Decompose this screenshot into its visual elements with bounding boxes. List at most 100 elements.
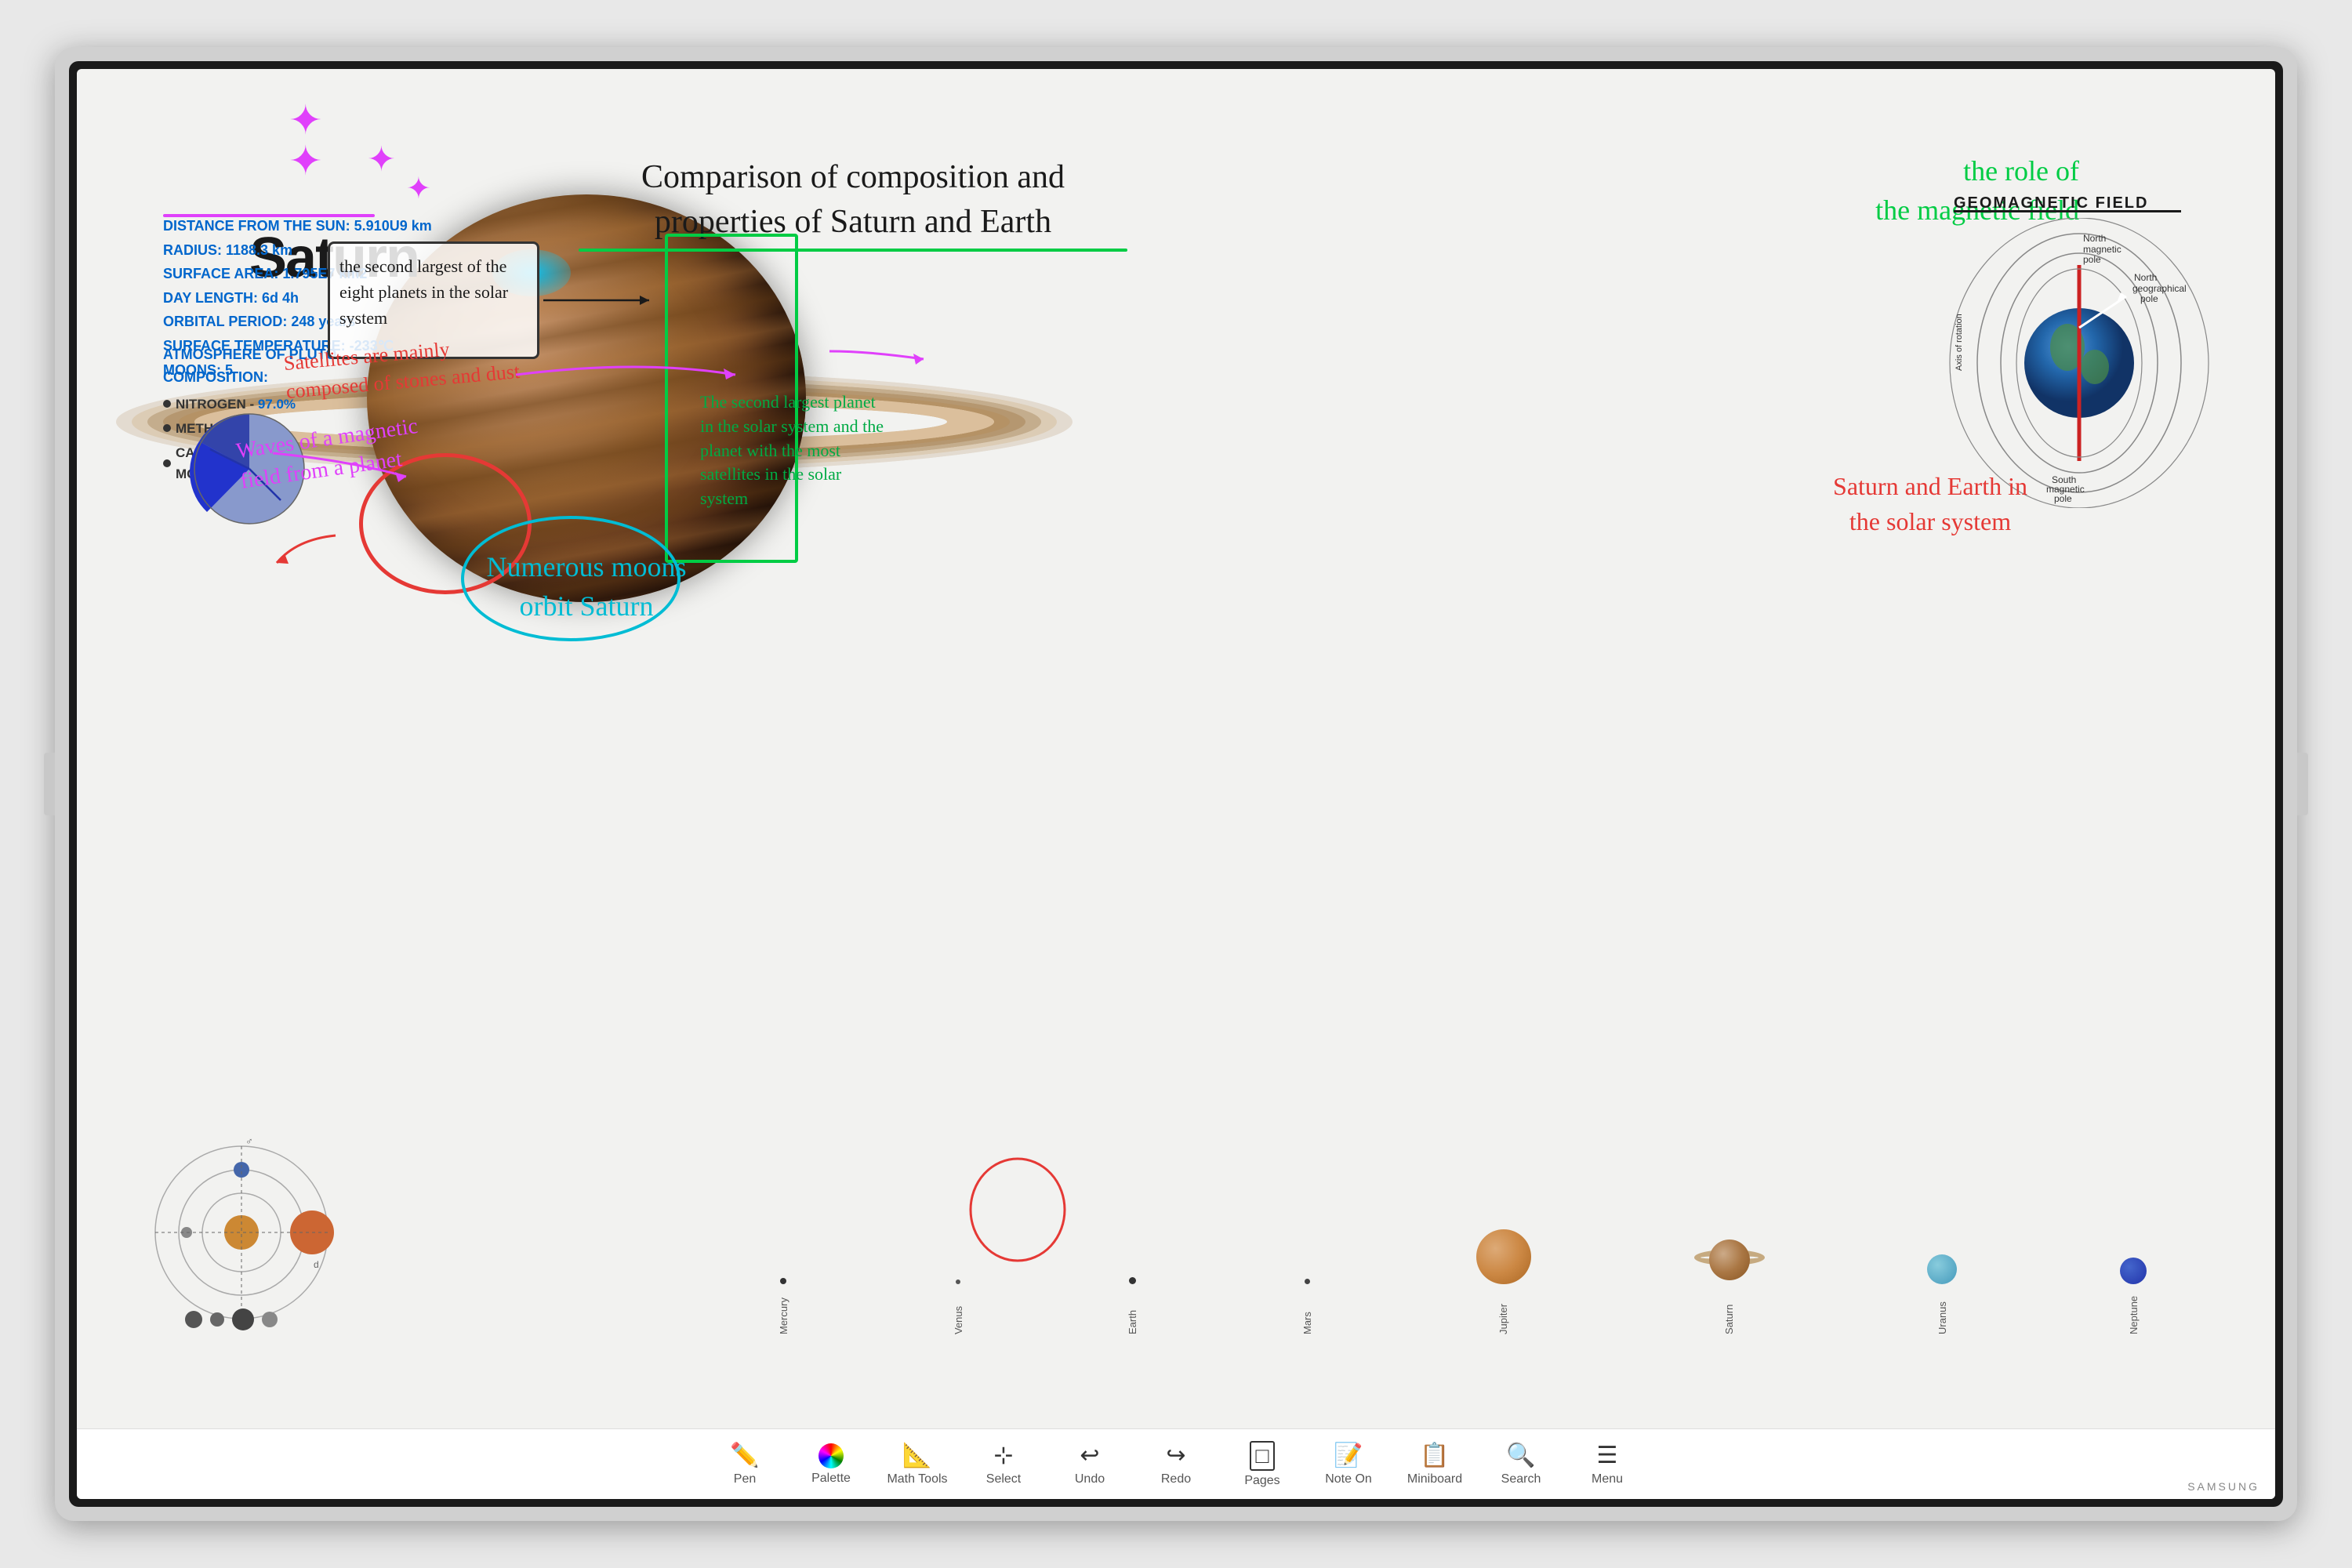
planet-col-jupiter: Jupiter — [1476, 1229, 1531, 1334]
dot-methane — [163, 424, 171, 432]
planet-neptune — [2120, 1258, 2147, 1284]
select-label: Select — [986, 1472, 1021, 1486]
planet-venus-dot — [956, 1279, 960, 1284]
north-geo-2: geographical — [2132, 283, 2187, 294]
planet-label-mars: Mars — [1301, 1287, 1313, 1334]
north-magnetic-2: magnetic — [2083, 244, 2122, 255]
tool-undo[interactable]: ↩ Undo — [1047, 1433, 1133, 1496]
orbit-sun — [224, 1215, 259, 1250]
tool-pen[interactable]: ✏️ Pen — [702, 1433, 788, 1496]
pages-icon: □ — [1250, 1441, 1276, 1471]
miniboard-icon: 📋 — [1420, 1442, 1449, 1469]
redo-label: Redo — [1161, 1472, 1191, 1486]
planet-label-saturn: Saturn — [1723, 1287, 1735, 1334]
orbit-planet-1 — [234, 1162, 249, 1178]
planet-label-jupiter: Jupiter — [1497, 1287, 1509, 1334]
note-on-icon: 📝 — [1334, 1442, 1363, 1469]
planet-dot-1 — [185, 1311, 202, 1328]
saturn-body-small — [1709, 1240, 1750, 1280]
menu-label: Menu — [1592, 1472, 1623, 1486]
tool-pages[interactable]: □ Pages — [1219, 1433, 1305, 1496]
math-tools-label: Math Tools — [887, 1472, 947, 1486]
planet-label-earth: Earth — [1127, 1287, 1138, 1334]
miniboard-label: Miniboard — [1407, 1472, 1462, 1486]
monitor-inner: ✦ ✦ ✦ ✦ Saturn DISTANCE FROM THE SUN: 5.… — [69, 61, 2283, 1507]
right-handle — [2297, 753, 2308, 815]
redo-icon: ↪ — [1166, 1442, 1185, 1469]
planet-earth-dot — [1129, 1277, 1136, 1284]
samsung-logo: SAMSUNG — [2187, 1480, 2259, 1493]
planet-saturn-with-rings — [1694, 1232, 1765, 1287]
box-annotation-text: the second largest of the eight planets … — [339, 256, 508, 328]
annotation-saturn-earth: Saturn and Earth in the solar system — [1828, 469, 2032, 539]
planet-uranus — [1927, 1254, 1957, 1284]
annotation-second-largest: The second largest planet in the solar s… — [700, 390, 888, 511]
screen: ✦ ✦ ✦ ✦ Saturn DISTANCE FROM THE SUN: 5.… — [77, 69, 2275, 1499]
pen-label: Pen — [734, 1472, 756, 1486]
tool-search[interactable]: 🔍 Search — [1478, 1433, 1564, 1496]
annotation-moons: Numerous moons orbit Saturn — [461, 547, 712, 626]
planet-label-uranus: Uranus — [1936, 1287, 1948, 1334]
tool-select[interactable]: ⊹ Select — [960, 1433, 1047, 1496]
tool-palette[interactable]: Palette — [788, 1433, 874, 1496]
comparison-line1: Comparison of composition and — [579, 155, 1127, 200]
select-icon: ⊹ — [993, 1442, 1013, 1469]
tool-math-tools[interactable]: 📐 Math Tools — [874, 1433, 960, 1496]
planet-label-venus: Venus — [953, 1287, 964, 1334]
info-distance: DISTANCE FROM THE SUN: 5.910U9 km — [163, 214, 432, 238]
planet-sun-dot — [780, 1278, 786, 1284]
north-magnetic: North — [2083, 233, 2106, 244]
magnetic-line1: the role of — [1875, 151, 2079, 191]
planet-dot-3 — [232, 1308, 254, 1330]
monitor: ✦ ✦ ✦ ✦ Saturn DISTANCE FROM THE SUN: 5.… — [55, 47, 2297, 1521]
menu-icon: ☰ — [1597, 1442, 1618, 1469]
comparison-line2: properties of Saturn and Earth — [579, 200, 1127, 245]
dot-carbon — [163, 459, 171, 467]
star-decoration-1: ✦ ✦ — [289, 100, 323, 182]
star-decoration-3: ✦ — [406, 171, 431, 206]
math-tools-icon: 📐 — [902, 1442, 931, 1469]
planet-mars-dot — [1305, 1279, 1310, 1284]
planet-label-neptune: Neptune — [2128, 1287, 2140, 1334]
palette-icon — [818, 1443, 844, 1468]
planet-dot-4 — [262, 1312, 278, 1327]
solar-system-row: Mercury Venus Earth Mars — [696, 1178, 2228, 1334]
toolbar: ✏️ Pen Palette 📐 Math Tools ⊹ Select ↩ — [77, 1428, 2275, 1499]
tool-menu[interactable]: ☰ Menu — [1564, 1433, 1650, 1496]
planet-col-uranus: Uranus — [1927, 1254, 1957, 1334]
comparison-title: Comparison of composition and properties… — [579, 155, 1127, 252]
planet-jupiter — [1476, 1229, 1531, 1284]
planet-col-venus: Venus — [953, 1279, 964, 1334]
north-geo: North — [2134, 272, 2157, 283]
palette-label: Palette — [811, 1472, 851, 1486]
orbit-svg: ♂ d — [140, 1131, 343, 1334]
planet-dot-2 — [210, 1312, 224, 1327]
orbit-diagram: ♂ d — [140, 1131, 343, 1334]
pen-icon: ✏️ — [730, 1442, 759, 1469]
comparison-underline — [579, 249, 1127, 252]
star-decoration-2: ✦ — [367, 140, 396, 180]
tool-redo[interactable]: ↪ Redo — [1133, 1433, 1219, 1496]
whiteboard: ✦ ✦ ✦ ✦ Saturn DISTANCE FROM THE SUN: 5.… — [77, 69, 2275, 1428]
orbit-label-right: d — [314, 1259, 319, 1270]
search-label: Search — [1501, 1472, 1541, 1486]
planet-dots-row — [185, 1308, 278, 1330]
planet-col-neptune: Neptune — [2120, 1258, 2147, 1334]
tool-miniboard[interactable]: 📋 Miniboard — [1392, 1433, 1478, 1496]
note-on-label: Note On — [1325, 1472, 1372, 1486]
continent-2 — [2081, 350, 2109, 384]
pages-label: Pages — [1244, 1474, 1279, 1488]
orbit-label-top: ♂ — [245, 1135, 253, 1147]
geomagnetic-svg: North magnetic pole North geographical p… — [1930, 218, 2228, 508]
undo-icon: ↩ — [1080, 1442, 1099, 1469]
planet-label-mercury: Mercury — [778, 1287, 789, 1334]
geomagnetic-underline — [1954, 210, 2181, 212]
north-geo-3: pole — [2140, 293, 2158, 304]
planet-col-sun: Mercury — [778, 1278, 789, 1334]
search-icon: 🔍 — [1506, 1442, 1535, 1469]
tool-note-on[interactable]: 📝 Note On — [1305, 1433, 1392, 1496]
north-magnetic-3: pole — [2083, 254, 2101, 265]
dot-nitrogen — [163, 400, 171, 408]
axis-label: Axis of rotation — [1955, 314, 1964, 371]
planet-col-earth: Earth — [1127, 1277, 1138, 1334]
